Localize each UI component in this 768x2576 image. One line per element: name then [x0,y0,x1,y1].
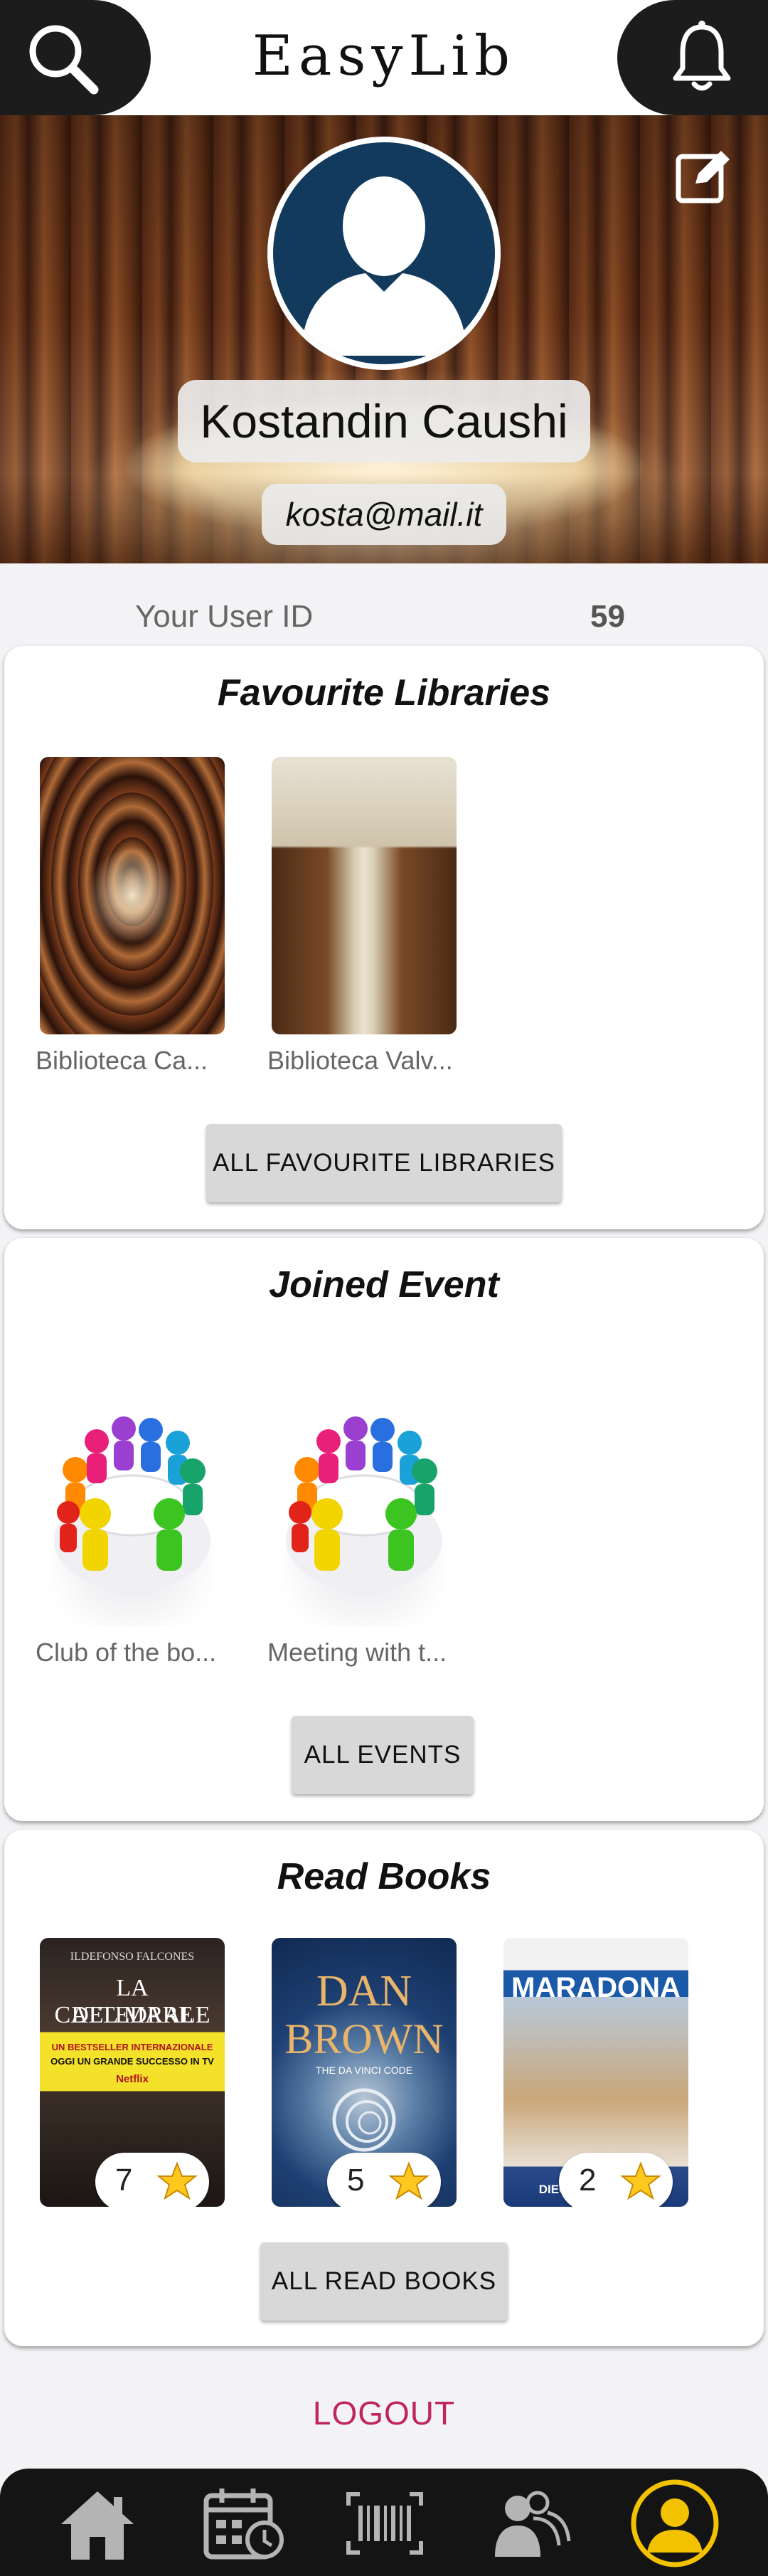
book-cover[interactable]: ILDEFONSO FALCONES LA CATTEDRALE DEL MAR… [40,1938,225,2207]
bell-icon [673,21,731,91]
cover-author: DAN [316,1967,412,2015]
calendar-icon [203,2488,284,2560]
event-thumbnail[interactable] [40,1349,225,1626]
all-read-books-button[interactable]: ALL READ BOOKS [260,2242,508,2321]
book-cover[interactable]: MARADONA DIEGO MARADONA 2 [503,1938,688,2207]
star-icon [388,2161,430,2200]
read-books-card: Read Books ILDEFONSO FALCONES LA CATTEDR… [4,1830,764,2346]
read-books-title: Read Books [277,1856,491,1897]
nav-scan[interactable] [338,2477,431,2570]
edit-icon [676,151,730,203]
user-id-value: 59 [590,599,625,634]
barcode-icon [346,2492,423,2555]
nav-community[interactable] [484,2477,576,2570]
library-thumbnail[interactable] [272,757,457,1034]
edit-profile-button[interactable] [674,147,734,209]
nav-profile[interactable] [629,2477,721,2570]
event-caption: Meeting with t... [267,1638,447,1667]
cover-tagline: UN BESTSELLER INTERNAZIONALE [51,2042,213,2052]
user-email: kosta@mail.it [262,484,506,545]
cover-title: THE DA VINCI CODE [315,2064,413,2076]
joined-events-card: Joined Event Club of the bo... Meeting w… [4,1238,764,1821]
user-silhouette-icon [302,176,466,356]
all-favourite-libraries-button[interactable]: ALL FAVOURITE LIBRARIES [206,1124,562,1202]
cover-title: MARADONA [511,1972,681,2003]
book-cover[interactable]: DAN BROWN THE DA VINCI CODE 5 [272,1938,457,2207]
community-icon [495,2491,571,2557]
star-icon [620,2161,661,2200]
people-circle-icon [54,1416,210,1591]
cover-title-line: DEL MARE [71,2002,193,2028]
rating-value: 5 [347,2163,365,2198]
avatar [267,137,501,370]
bottom-navigation [0,2469,768,2576]
user-name: Kostandin Caushi [178,380,590,462]
nav-calendar[interactable] [196,2477,289,2570]
star-icon [156,2161,198,2200]
nautilus-shell-image [332,2088,396,2152]
profile-icon [631,2479,719,2567]
notifications-button[interactable] [617,0,768,115]
library-caption: Biblioteca Valv... [267,1046,453,1075]
logout-button[interactable]: LOGOUT [0,2394,768,2432]
cover-author: ILDEFONSO FALCONES [70,1951,195,1963]
library-caption: Biblioteca Ca... [36,1046,208,1075]
user-id-label: Your User ID [135,599,314,634]
cover-author: BROWN [284,2015,444,2062]
joined-events-title: Joined Event [269,1264,499,1305]
event-thumbnail[interactable] [272,1349,457,1626]
event-caption: Club of the bo... [36,1638,217,1667]
profile-hero: Kostandin Caushi kosta@mail.it [0,115,768,563]
cover-tagline: OGGI UN GRANDE SUCCESSO IN TV [50,2056,214,2067]
rating-value: 7 [115,2163,133,2198]
rating-badge: 7 [95,2153,209,2207]
search-icon [29,25,99,95]
home-icon [61,2491,134,2560]
library-thumbnail[interactable] [40,757,225,1034]
nav-home[interactable] [51,2477,144,2570]
cover-netflix: Netflix [116,2073,149,2085]
top-bar: EasyLib [0,0,768,115]
people-circle-icon [286,1416,442,1591]
rating-badge: 5 [327,2153,441,2207]
favourite-libraries-title: Favourite Libraries [217,672,551,714]
search-button[interactable] [0,0,151,115]
all-events-button[interactable]: ALL EVENTS [292,1716,474,1794]
app-title: EasyLib [252,24,516,88]
favourite-libraries-card: Favourite Libraries Biblioteca Ca... Bib… [4,646,764,1229]
rating-badge: 2 [559,2153,673,2207]
rating-value: 2 [579,2163,597,2198]
